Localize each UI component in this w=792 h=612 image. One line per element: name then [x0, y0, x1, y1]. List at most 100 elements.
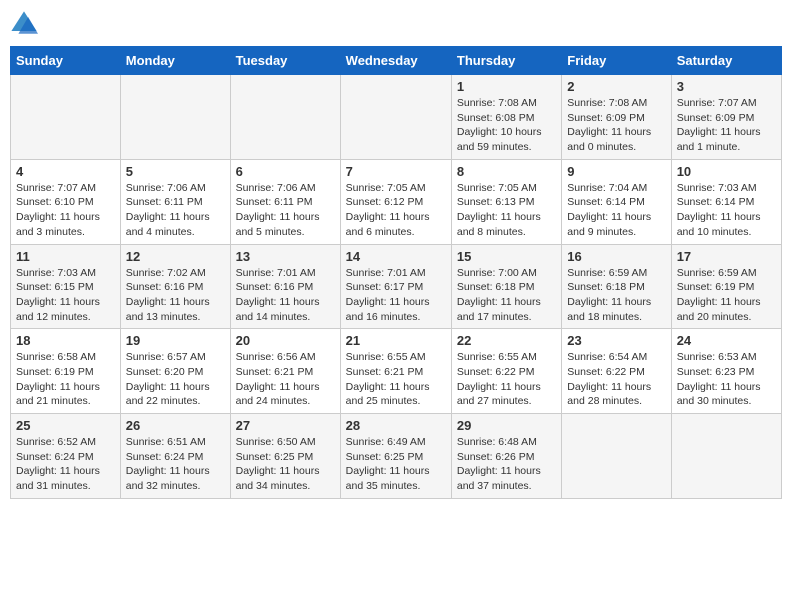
day-cell: 17Sunrise: 6:59 AM Sunset: 6:19 PM Dayli…: [671, 244, 781, 329]
day-number: 21: [346, 333, 446, 348]
day-cell: 7 Sunrise: 7:05 AM Sunset: 6:12 PM Daylig…: [340, 159, 451, 244]
day-number: 26: [126, 418, 225, 433]
week-row-2: 11 Sunrise: 7:03 AM Sunset: 6:15 PM Dayli…: [11, 244, 782, 329]
day-cell: 9 Sunrise: 7:04 AM Sunset: 6:14 PM Daylig…: [562, 159, 671, 244]
day-cell: 2 Sunrise: 7:08 AM Sunset: 6:09 PM Daylig…: [562, 75, 671, 160]
day-info: Sunrise: 7:07 AM Sunset: 6:09 PM Dayligh…: [677, 96, 776, 155]
day-cell: 4Sunrise: 7:07 AM Sunset: 6:10 PM Daylig…: [11, 159, 121, 244]
day-cell: 21Sunrise: 6:55 AM Sunset: 6:21 PM Dayli…: [340, 329, 451, 414]
day-number: 20: [236, 333, 335, 348]
day-cell: [340, 75, 451, 160]
day-cell: 1 Sunrise: 7:08 AM Sunset: 6:08 PM Daylig…: [451, 75, 561, 160]
logo-icon: [10, 10, 38, 38]
day-info: Sunrise: 7:02 AM Sunset: 6:16 PM Dayligh…: [126, 266, 225, 325]
column-header-tuesday: Tuesday: [230, 47, 340, 75]
logo: [10, 10, 42, 38]
day-number: 27: [236, 418, 335, 433]
day-info: Sunrise: 6:53 AM Sunset: 6:23 PM Dayligh…: [677, 350, 776, 409]
day-number: 14: [346, 249, 446, 264]
day-info: Sunrise: 6:49 AM Sunset: 6:25 PM Dayligh…: [346, 435, 446, 494]
day-cell: 5Sunrise: 7:06 AM Sunset: 6:11 PM Daylig…: [120, 159, 230, 244]
day-number: 6: [236, 164, 335, 179]
day-info: Sunrise: 7:05 AM Sunset: 6:12 PM Dayligh…: [346, 181, 446, 240]
column-header-sunday: Sunday: [11, 47, 121, 75]
page-header: [10, 10, 782, 38]
day-info: Sunrise: 7:07 AM Sunset: 6:10 PM Dayligh…: [16, 181, 115, 240]
day-number: 9: [567, 164, 665, 179]
day-number: 23: [567, 333, 665, 348]
day-info: Sunrise: 6:59 AM Sunset: 6:18 PM Dayligh…: [567, 266, 665, 325]
week-row-3: 18 Sunrise: 6:58 AM Sunset: 6:19 PM Dayli…: [11, 329, 782, 414]
day-number: 5: [126, 164, 225, 179]
day-info: Sunrise: 6:51 AM Sunset: 6:24 PM Dayligh…: [126, 435, 225, 494]
day-number: 16: [567, 249, 665, 264]
day-cell: 25 Sunrise: 6:52 AM Sunset: 6:24 PM Dayli…: [11, 414, 121, 499]
day-info: Sunrise: 7:00 AM Sunset: 6:18 PM Dayligh…: [457, 266, 556, 325]
day-cell: 6 Sunrise: 7:06 AM Sunset: 6:11 PM Daylig…: [230, 159, 340, 244]
day-number: 22: [457, 333, 556, 348]
day-number: 7: [346, 164, 446, 179]
day-info: Sunrise: 6:58 AM Sunset: 6:19 PM Dayligh…: [16, 350, 115, 409]
day-number: 11: [16, 249, 115, 264]
day-cell: [11, 75, 121, 160]
day-cell: 20 Sunrise: 6:56 AM Sunset: 6:21 PM Dayli…: [230, 329, 340, 414]
day-number: 29: [457, 418, 556, 433]
day-number: 3: [677, 79, 776, 94]
day-cell: 3 Sunrise: 7:07 AM Sunset: 6:09 PM Daylig…: [671, 75, 781, 160]
day-info: Sunrise: 6:57 AM Sunset: 6:20 PM Dayligh…: [126, 350, 225, 409]
day-number: 25: [16, 418, 115, 433]
day-cell: 18 Sunrise: 6:58 AM Sunset: 6:19 PM Dayli…: [11, 329, 121, 414]
day-cell: 14 Sunrise: 7:01 AM Sunset: 6:17 PM Dayli…: [340, 244, 451, 329]
day-info: Sunrise: 7:01 AM Sunset: 6:17 PM Dayligh…: [346, 266, 446, 325]
day-info: Sunrise: 6:56 AM Sunset: 6:21 PM Dayligh…: [236, 350, 335, 409]
day-cell: 10 Sunrise: 7:03 AM Sunset: 6:14 PM Dayli…: [671, 159, 781, 244]
week-row-4: 25 Sunrise: 6:52 AM Sunset: 6:24 PM Dayli…: [11, 414, 782, 499]
day-cell: 27 Sunrise: 6:50 AM Sunset: 6:25 PM Dayli…: [230, 414, 340, 499]
week-row-0: 1 Sunrise: 7:08 AM Sunset: 6:08 PM Daylig…: [11, 75, 782, 160]
day-cell: [230, 75, 340, 160]
day-info: Sunrise: 6:52 AM Sunset: 6:24 PM Dayligh…: [16, 435, 115, 494]
day-cell: 16 Sunrise: 6:59 AM Sunset: 6:18 PM Dayli…: [562, 244, 671, 329]
column-header-saturday: Saturday: [671, 47, 781, 75]
day-info: Sunrise: 7:03 AM Sunset: 6:15 PM Dayligh…: [16, 266, 115, 325]
day-info: Sunrise: 6:55 AM Sunset: 6:22 PM Dayligh…: [457, 350, 556, 409]
day-number: 15: [457, 249, 556, 264]
day-cell: 23 Sunrise: 6:54 AM Sunset: 6:22 PM Dayli…: [562, 329, 671, 414]
day-cell: 22 Sunrise: 6:55 AM Sunset: 6:22 PM Dayli…: [451, 329, 561, 414]
day-cell: [562, 414, 671, 499]
day-cell: 29Sunrise: 6:48 AM Sunset: 6:26 PM Dayli…: [451, 414, 561, 499]
day-cell: 28 Sunrise: 6:49 AM Sunset: 6:25 PM Dayli…: [340, 414, 451, 499]
day-cell: 13 Sunrise: 7:01 AM Sunset: 6:16 PM Dayli…: [230, 244, 340, 329]
day-info: Sunrise: 7:08 AM Sunset: 6:09 PM Dayligh…: [567, 96, 665, 155]
day-number: 2: [567, 79, 665, 94]
day-info: Sunrise: 6:50 AM Sunset: 6:25 PM Dayligh…: [236, 435, 335, 494]
day-number: 17: [677, 249, 776, 264]
day-cell: 11 Sunrise: 7:03 AM Sunset: 6:15 PM Dayli…: [11, 244, 121, 329]
day-number: 10: [677, 164, 776, 179]
column-header-friday: Friday: [562, 47, 671, 75]
calendar-table: SundayMondayTuesdayWednesdayThursdayFrid…: [10, 46, 782, 499]
day-cell: 24 Sunrise: 6:53 AM Sunset: 6:23 PM Dayli…: [671, 329, 781, 414]
day-number: 28: [346, 418, 446, 433]
day-number: 8: [457, 164, 556, 179]
day-number: 1: [457, 79, 556, 94]
day-number: 12: [126, 249, 225, 264]
day-info: Sunrise: 7:03 AM Sunset: 6:14 PM Dayligh…: [677, 181, 776, 240]
day-info: Sunrise: 7:01 AM Sunset: 6:16 PM Dayligh…: [236, 266, 335, 325]
day-info: Sunrise: 7:05 AM Sunset: 6:13 PM Dayligh…: [457, 181, 556, 240]
day-info: Sunrise: 7:08 AM Sunset: 6:08 PM Dayligh…: [457, 96, 556, 155]
day-cell: 12 Sunrise: 7:02 AM Sunset: 6:16 PM Dayli…: [120, 244, 230, 329]
day-number: 19: [126, 333, 225, 348]
day-info: Sunrise: 7:06 AM Sunset: 6:11 PM Dayligh…: [236, 181, 335, 240]
day-cell: [120, 75, 230, 160]
day-info: Sunrise: 6:54 AM Sunset: 6:22 PM Dayligh…: [567, 350, 665, 409]
day-info: Sunrise: 7:04 AM Sunset: 6:14 PM Dayligh…: [567, 181, 665, 240]
day-number: 18: [16, 333, 115, 348]
week-row-1: 4Sunrise: 7:07 AM Sunset: 6:10 PM Daylig…: [11, 159, 782, 244]
day-cell: 15 Sunrise: 7:00 AM Sunset: 6:18 PM Dayli…: [451, 244, 561, 329]
day-cell: 19 Sunrise: 6:57 AM Sunset: 6:20 PM Dayli…: [120, 329, 230, 414]
column-header-wednesday: Wednesday: [340, 47, 451, 75]
day-cell: 26 Sunrise: 6:51 AM Sunset: 6:24 PM Dayli…: [120, 414, 230, 499]
day-number: 24: [677, 333, 776, 348]
day-number: 13: [236, 249, 335, 264]
